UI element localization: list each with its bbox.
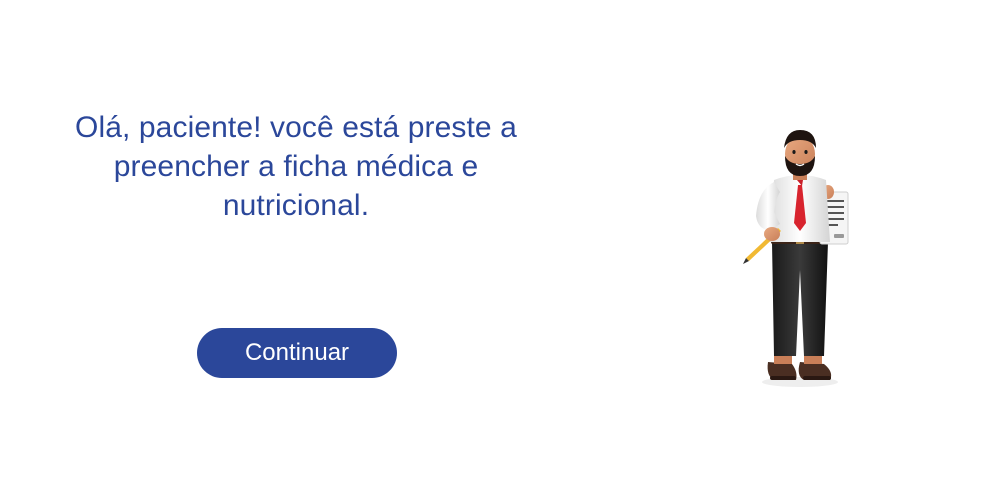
intro-section: Olá, paciente! você está preste a preenc… bbox=[70, 108, 522, 225]
page: Olá, paciente! você está preste a preenc… bbox=[0, 0, 1000, 500]
doctor-illustration-icon bbox=[720, 130, 880, 390]
greeting-text: Olá, paciente! você está preste a preenc… bbox=[75, 111, 517, 222]
continue-button[interactable]: Continuar bbox=[197, 328, 397, 378]
